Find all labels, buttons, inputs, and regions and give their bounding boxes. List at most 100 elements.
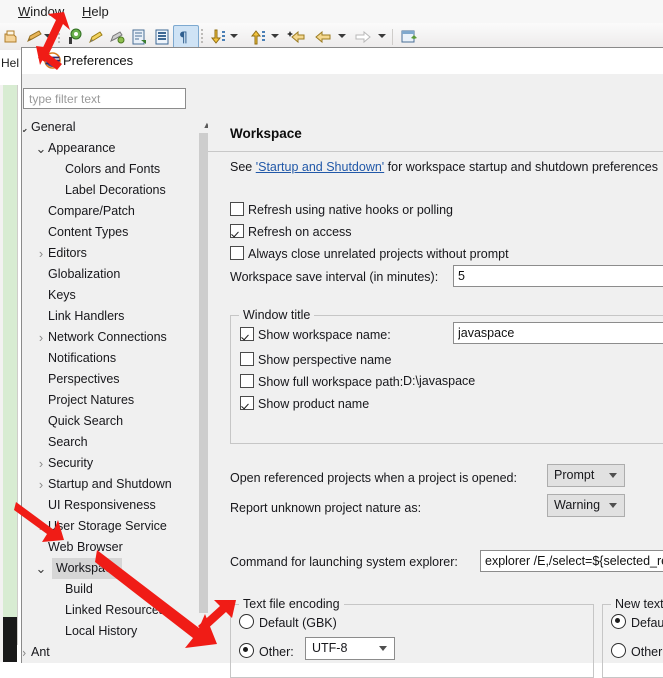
report-unknown-nature-combo[interactable]: Warning [547,494,625,517]
show-perspective-name-row[interactable]: Show perspective name [240,351,391,369]
tree-twisty-spacer [34,222,48,243]
tree-item-label: Project Natures [48,393,135,407]
menu-item-window[interactable]: Window [14,3,68,20]
new-window-icon[interactable] [399,27,419,47]
show-perspective-name-checkbox[interactable] [240,352,254,366]
tree-item-workspace[interactable]: ⌄ Workspace [23,558,195,579]
refresh-on-access-label: Refresh on access [248,225,352,239]
preferences-tree[interactable]: ⌄ General ⌄ Appearance Colors and Fonts Label… [23,117,195,663]
encoding-other-combo[interactable]: UTF-8 [305,637,395,660]
chevron-down-icon[interactable]: ⌄ [34,558,48,579]
chevron-down-icon[interactable]: ⌄ [23,117,31,138]
tree-item-startup-and-shutdown[interactable]: › Startup and Shutdown [23,474,195,495]
tree-item-keys[interactable]: Keys [23,285,195,306]
encoding-default-radio-row[interactable]: Default (GBK) [239,614,337,632]
refresh-native-hooks-checkbox[interactable] [230,202,244,216]
open-task-icon[interactable] [152,27,172,47]
open-referenced-projects-combo[interactable]: Prompt [547,464,625,487]
refresh-on-access-checkbox[interactable] [230,224,244,238]
show-full-workspace-path-checkbox[interactable] [240,374,254,388]
encoding-default-label: Default (GBK) [259,616,337,630]
refresh-native-hooks-checkbox-row[interactable]: Refresh using native hooks or polling [230,201,453,219]
tree-item-search[interactable]: Search [23,432,195,453]
tree-item-ui-responsiveness[interactable]: UI Responsiveness [23,495,195,516]
spell-check-icon[interactable] [107,27,127,47]
delimiter-default-radio-row[interactable]: Default (Windows) [611,614,663,632]
back-arrow-icon[interactable] [312,27,334,47]
show-workspace-name-checkbox[interactable] [240,327,254,341]
tree-item-general[interactable]: ⌄ General [23,117,195,138]
tree-item-ant[interactable]: ›Ant [23,642,195,663]
menu-item-help[interactable]: Help [78,3,113,20]
tree-item-colors-and-fonts[interactable]: Colors and Fonts [23,159,195,180]
tree-item-build[interactable]: Build [23,579,195,600]
workspace-name-input[interactable] [453,322,663,344]
always-close-unrelated-checkbox-row[interactable]: Always close unrelated projects without … [230,245,509,263]
delimiter-default-radio[interactable] [611,614,626,629]
chevron-right-icon[interactable]: › [34,516,48,537]
tree-item-linked-resources[interactable]: Linked Resources [23,600,195,621]
tree-item-network-connections[interactable]: › Network Connections [23,327,195,348]
chevron-right-icon[interactable]: › [34,474,48,495]
encoding-other-radio[interactable] [239,643,254,658]
tree-item-label: Linked Resources [65,603,166,617]
delimiter-other-radio[interactable] [611,643,626,658]
tree-item-editors[interactable]: › Editors [23,243,195,264]
show-product-name-label: Show product name [258,397,370,411]
tree-item-label-decorations[interactable]: Label Decorations [23,180,195,201]
encoding-other-radio-row[interactable]: Other: [239,643,294,661]
chevron-right-icon[interactable]: › [34,243,48,264]
startup-shutdown-hint: See 'Startup and Shutdown' for workspace… [230,160,658,174]
filter-text-input[interactable] [23,88,186,109]
next-annotation-dropdown-caret[interactable] [230,34,238,38]
tree-item-link-handlers[interactable]: Link Handlers [23,306,195,327]
chevron-right-icon[interactable]: › [34,453,48,474]
previous-annotation-dropdown-caret[interactable] [271,34,279,38]
tree-item-label: Compare/Patch [48,204,135,218]
delimiter-other-radio-row[interactable]: Other: [611,643,663,661]
show-full-workspace-path-row[interactable]: Show full workspace path: [240,373,403,391]
new-text-file-delimiter-group-label: New text file line delimiter [611,597,663,611]
show-workspace-name-row[interactable]: Show workspace name: [240,326,391,344]
ide-left-tab-label: Hel [1,56,20,70]
tree-item-local-history[interactable]: Local History [23,621,195,642]
tree-item-quick-search[interactable]: Quick Search [23,411,195,432]
tree-item-notifications[interactable]: Notifications [23,348,195,369]
external-tools-icon[interactable] [130,27,150,47]
startup-and-shutdown-link[interactable]: 'Startup and Shutdown' [256,160,384,174]
tree-item-globalization[interactable]: Globalization [23,264,195,285]
encoding-default-radio[interactable] [239,614,254,629]
tree-item-security[interactable]: › Security [23,453,195,474]
tree-item-web-browser[interactable]: Web Browser [23,537,195,558]
command-explorer-input[interactable] [480,550,663,572]
tree-item-appearance[interactable]: ⌄ Appearance [23,138,195,159]
tree-twisty-spacer [34,369,48,390]
show-product-name-checkbox[interactable] [240,396,254,410]
save-icon[interactable] [2,27,22,47]
always-close-unrelated-checkbox[interactable] [230,246,244,260]
encoding-other-value: UTF-8 [312,641,348,655]
save-interval-input[interactable] [453,265,663,287]
forward-arrow-icon[interactable] [352,27,374,47]
tree-item-compare-patch[interactable]: Compare/Patch [23,201,195,222]
tree-item-user-storage-service[interactable]: › User Storage Service [23,516,195,537]
tree-item-content-types[interactable]: Content Types [23,222,195,243]
show-product-name-row[interactable]: Show product name [240,395,369,413]
forward-dropdown-caret[interactable] [378,34,386,38]
back-dropdown-caret[interactable] [338,34,346,38]
next-annotation-icon[interactable] [207,27,227,47]
toolbar-dropdown-caret[interactable] [44,34,52,38]
pencil-edit-icon[interactable] [25,27,45,47]
chevron-right-icon[interactable]: › [34,327,48,348]
tree-item-label: Quick Search [48,414,124,428]
tree-item-perspectives[interactable]: Perspectives [23,369,195,390]
chevron-right-icon[interactable]: › [23,642,31,663]
previous-annotation-icon[interactable] [247,27,267,47]
tree-item-project-natures[interactable]: Project Natures [23,390,195,411]
debug-run-icon[interactable] [64,27,84,47]
show-whitespace-icon[interactable]: ¶ [176,27,194,47]
chevron-down-icon[interactable]: ⌄ [34,138,48,159]
highlight-marker-icon[interactable] [86,27,106,47]
refresh-on-access-checkbox-row[interactable]: Refresh on access [230,223,352,241]
back-history-icon[interactable] [286,27,308,47]
